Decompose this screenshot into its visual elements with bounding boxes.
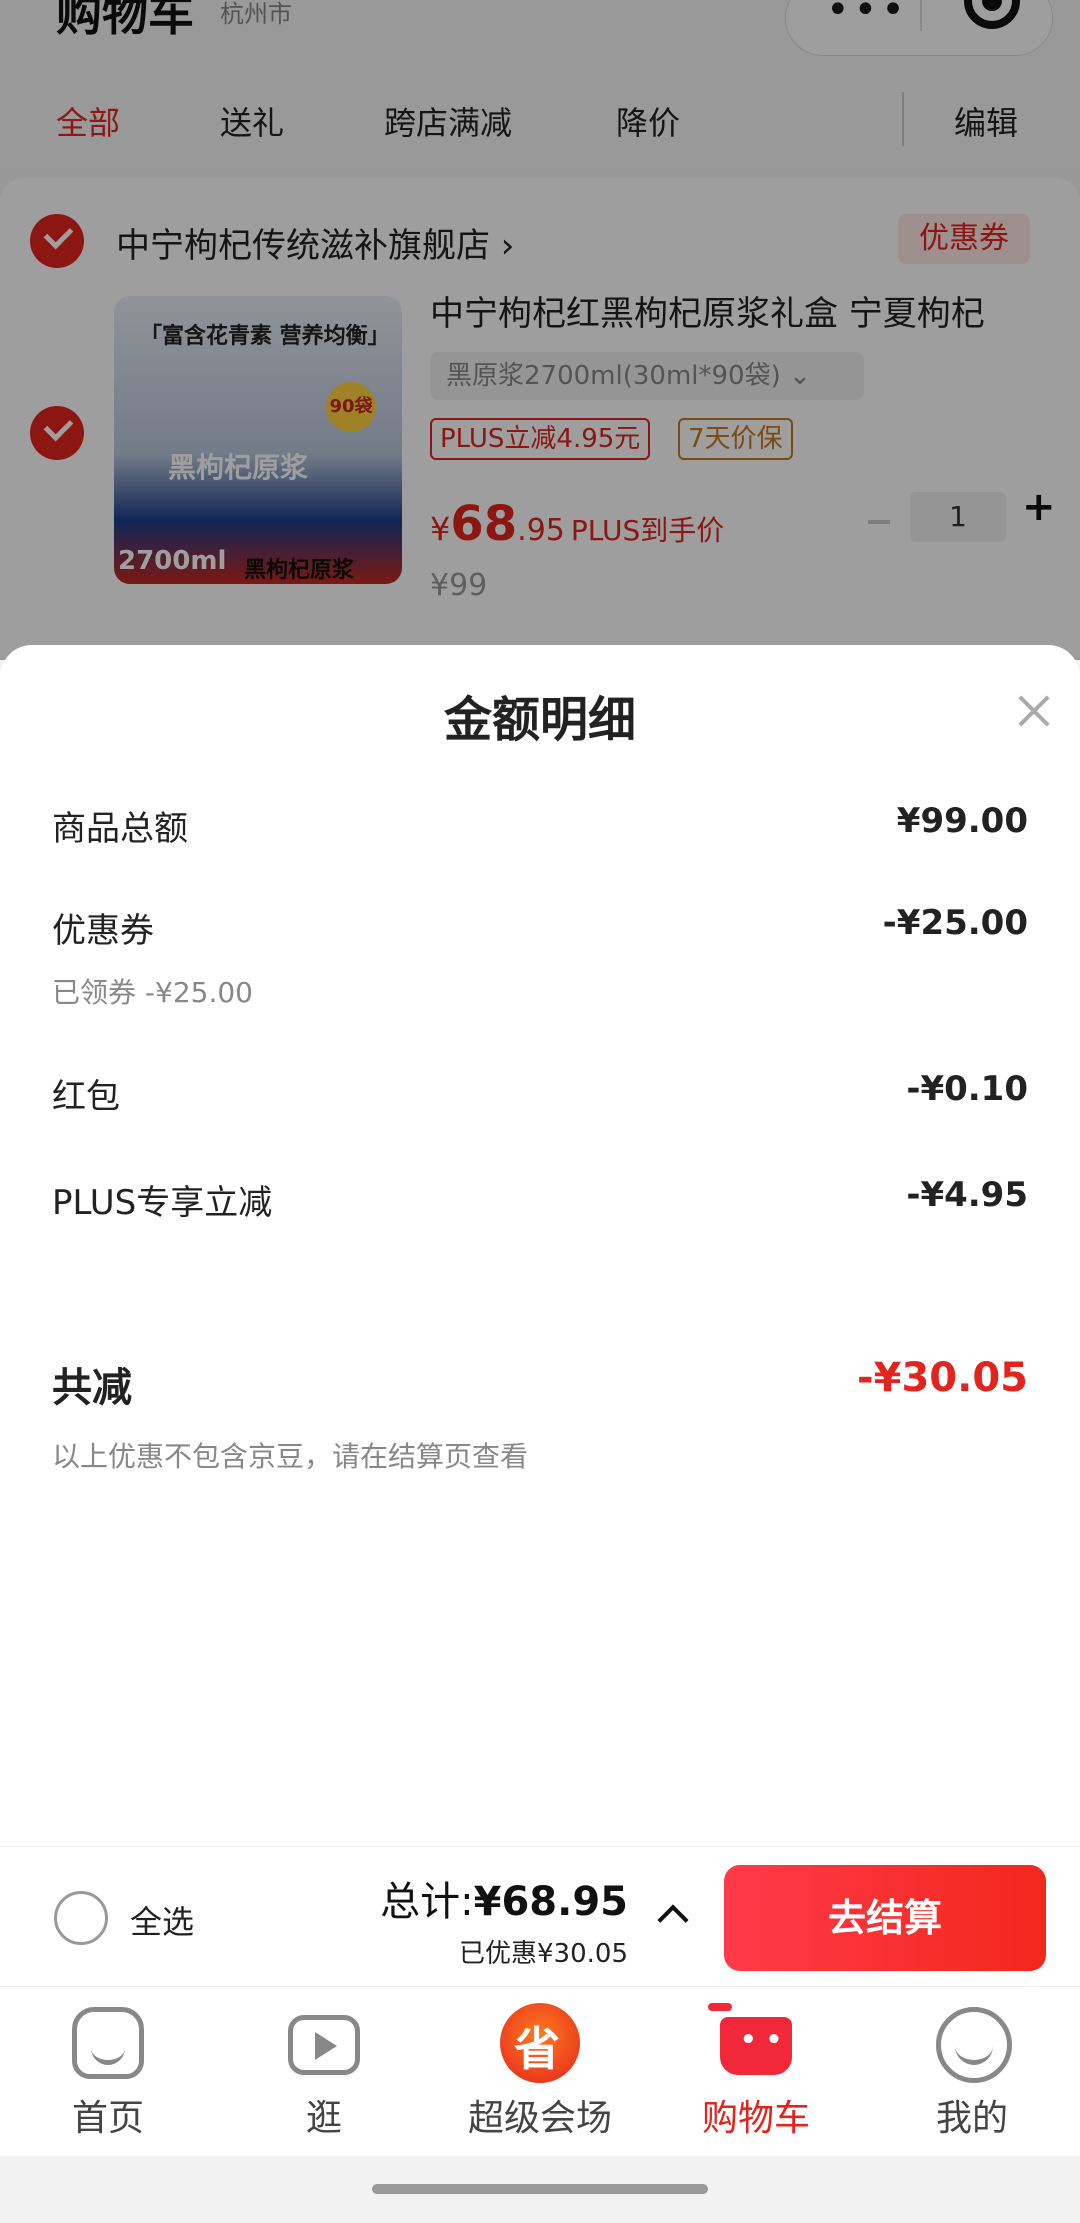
checkout-button[interactable]: 去结算 [724,1865,1046,1971]
total-discount-value: -¥30.05 [857,1355,1028,1401]
row-label-plus-discount: PLUS专享立减 [52,1183,273,1223]
row-value-plus-discount: -¥4.95 [906,1175,1028,1215]
checkout-bar: 全选 总计:¥68.95 已优惠¥30.05 去结算 [0,1846,1080,1986]
row-label-coupon: 优惠券 [52,911,154,951]
row-label-goods-total: 商品总额 [52,809,188,849]
home-indicator[interactable] [372,2184,708,2194]
tabbar-label: 购物车 [701,2098,810,2139]
sheet-title: 金额明细 [443,692,636,748]
tabbar-label: 逛 [305,2098,342,2139]
select-all-label[interactable]: 全选 [130,1897,194,1943]
tabbar-label: 首页 [71,2098,144,2139]
home-icon [72,2007,144,2079]
super-venue-icon [500,2003,580,2083]
tabbar-item-super-venue[interactable]: 超级会场 [432,1987,648,2157]
row-value-coupon: -¥25.00 [882,903,1028,943]
tabbar-label: 超级会场 [467,2098,612,2139]
row-label-red-packet: 红包 [52,1077,120,1117]
row-sub-coupon: 已领券 -¥25.00 [52,976,253,1009]
total-price: 总计:¥68.95 [380,1879,628,1925]
tabbar-item-home[interactable]: 首页 [0,1987,216,2157]
row-value-goods-total: ¥99.00 [896,801,1028,841]
close-icon[interactable] [1014,691,1054,731]
total-discount-label: 共减 [52,1365,132,1411]
video-icon [288,2015,360,2075]
cart-icon [708,2003,792,2075]
dim-overlay[interactable] [0,0,1080,660]
row-value-red-packet: -¥0.10 [906,1069,1028,1109]
tabbar-item-cart[interactable]: 购物车 [648,1987,864,2157]
amount-detail-sheet: 金额明细 商品总额 ¥99.00 优惠券 -¥25.00 已领券 -¥25.00… [0,645,1080,2045]
select-all-radio[interactable] [54,1891,108,1945]
chevron-up-icon[interactable] [657,1904,689,1936]
bottom-tab-bar: 首页 逛 超级会场 购物车 我的 [0,1986,1080,2156]
tabbar-item-profile[interactable]: 我的 [864,1987,1080,2157]
tabbar-label: 我的 [935,2098,1008,2139]
profile-icon [936,2007,1012,2083]
discount-summary: 已优惠¥30.05 [459,1939,628,1969]
system-home-area [0,2156,1080,2223]
discount-note: 以上优惠不包含京豆，请在结算页查看 [52,1440,529,1473]
tabbar-item-browse[interactable]: 逛 [216,1987,432,2157]
